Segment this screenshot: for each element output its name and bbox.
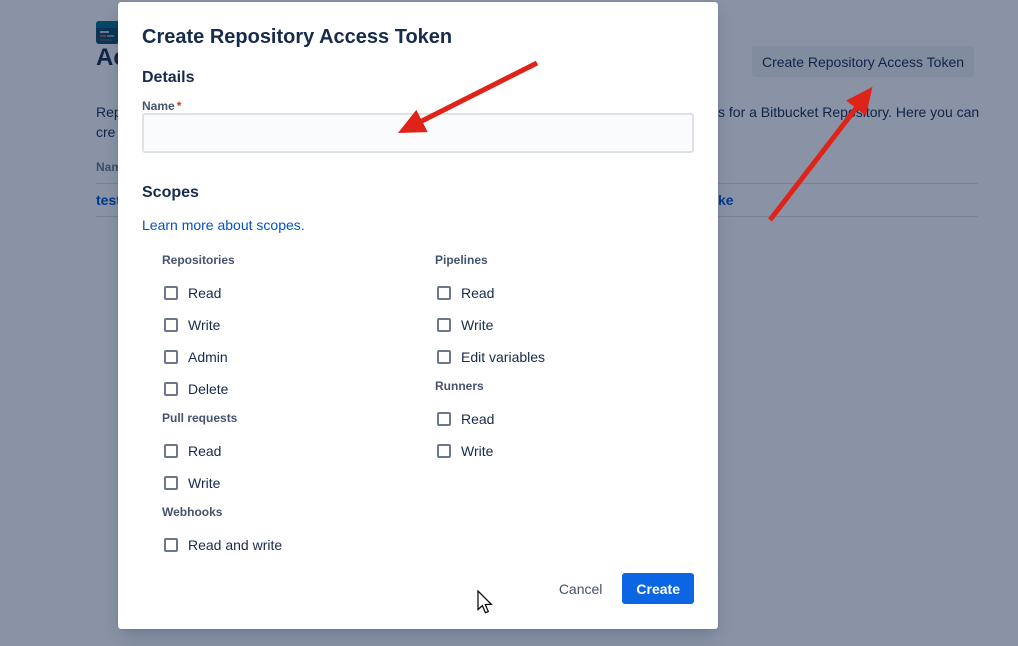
checkbox-label: Write: [188, 317, 220, 333]
create-token-modal: Create Repository Access Token Details N…: [118, 2, 718, 629]
scope-option-runners-read[interactable]: Read: [435, 403, 685, 435]
scope-option-runners-write[interactable]: Write: [435, 435, 685, 467]
scopes-heading: Scopes: [142, 184, 199, 202]
scope-option-repositories-read[interactable]: Read: [162, 277, 412, 309]
checkbox-label: Edit variables: [461, 349, 545, 365]
scope-group-label-runners: Runners: [435, 379, 685, 397]
create-button[interactable]: Create: [622, 573, 694, 604]
scope-option-pipelines-write[interactable]: Write: [435, 309, 685, 341]
scope-option-repositories-write[interactable]: Write: [162, 309, 412, 341]
scope-group-label-repositories: Repositories: [162, 253, 412, 271]
name-label: Name: [142, 99, 175, 113]
checkbox-label: Write: [461, 443, 493, 459]
name-field-label: Name*: [142, 99, 181, 113]
name-input[interactable]: [142, 113, 694, 153]
checkbox-label: Read: [188, 285, 221, 301]
checkbox-label: Write: [461, 317, 493, 333]
checkbox-icon[interactable]: [437, 412, 451, 426]
checkbox-label: Read and write: [188, 537, 282, 553]
checkbox-label: Admin: [188, 349, 228, 365]
required-asterisk: *: [177, 99, 182, 113]
scope-group-label-pull-requests: Pull requests: [162, 411, 412, 429]
checkbox-label: Read: [461, 285, 494, 301]
checkbox-icon[interactable]: [164, 318, 178, 332]
checkbox-icon[interactable]: [437, 318, 451, 332]
checkbox-icon[interactable]: [164, 538, 178, 552]
scope-group-label-pipelines: Pipelines: [435, 253, 685, 271]
scopes-column-left: Repositories Read Write Admin Delete Pull req…: [162, 247, 412, 561]
checkbox-label: Read: [188, 443, 221, 459]
learn-more-link[interactable]: Learn more about scopes.: [142, 217, 305, 233]
scope-option-repositories-delete[interactable]: Delete: [162, 373, 412, 405]
scope-option-pipelines-edit-variables[interactable]: Edit variables: [435, 341, 685, 373]
scope-group-label-webhooks: Webhooks: [162, 505, 412, 523]
scopes-column-right: Pipelines Read Write Edit variables Runners R…: [435, 247, 685, 467]
checkbox-icon[interactable]: [164, 444, 178, 458]
checkbox-icon[interactable]: [437, 444, 451, 458]
checkbox-icon[interactable]: [437, 286, 451, 300]
scope-option-repositories-admin[interactable]: Admin: [162, 341, 412, 373]
checkbox-icon[interactable]: [164, 476, 178, 490]
scope-option-webhooks-read-and-write[interactable]: Read and write: [162, 529, 412, 561]
checkbox-label: Write: [188, 475, 220, 491]
details-heading: Details: [142, 69, 194, 87]
checkbox-icon[interactable]: [164, 350, 178, 364]
modal-title: Create Repository Access Token: [142, 26, 452, 49]
scope-option-pull-requests-read[interactable]: Read: [162, 435, 412, 467]
checkbox-icon[interactable]: [164, 382, 178, 396]
scope-option-pipelines-read[interactable]: Read: [435, 277, 685, 309]
checkbox-label: Read: [461, 411, 494, 427]
modal-footer: Cancel Create: [553, 573, 694, 604]
checkbox-icon[interactable]: [164, 286, 178, 300]
checkbox-icon[interactable]: [437, 350, 451, 364]
cancel-button[interactable]: Cancel: [553, 575, 609, 603]
scope-option-pull-requests-write[interactable]: Write: [162, 467, 412, 499]
checkbox-label: Delete: [188, 381, 228, 397]
screen: Ac Rep cre s for a Bitbucket Repository.…: [0, 0, 1018, 646]
